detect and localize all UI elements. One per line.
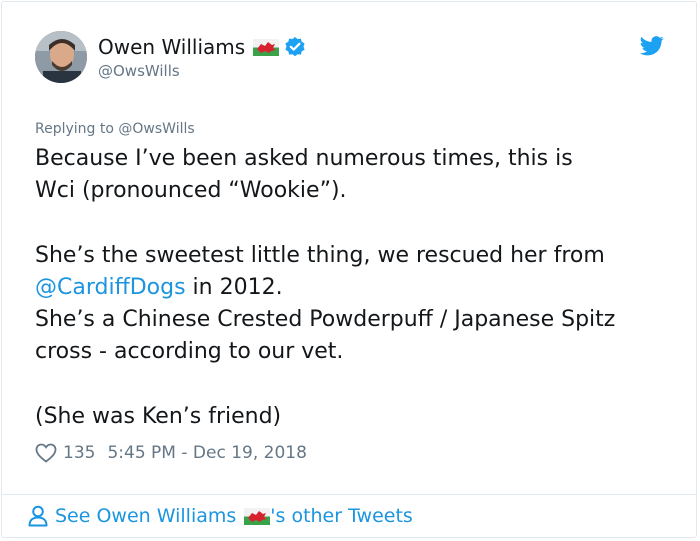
author-row: Owen Williams <box>98 34 306 60</box>
mention-link[interactable]: @CardiffDogs <box>35 275 186 300</box>
heart-icon[interactable] <box>35 443 57 463</box>
avatar[interactable] <box>35 31 87 83</box>
person-icon <box>28 505 48 527</box>
divider <box>2 494 696 495</box>
tweet-meta: 135 5:45 PM - Dec 19, 2018 <box>35 443 307 463</box>
like-count[interactable]: 135 <box>63 443 95 463</box>
footer-suffix: 's other Tweets <box>270 505 413 527</box>
twitter-bird-icon[interactable] <box>640 36 664 56</box>
replying-to: Replying to @OwsWills <box>35 121 195 137</box>
reply-target-link[interactable]: @OwsWills <box>118 121 194 137</box>
verified-badge-icon <box>284 36 306 58</box>
tweet-line: She’s a Chinese Crested Powderpuff / Jap… <box>35 307 616 332</box>
tweet-line: (She was Ken’s friend) <box>35 404 282 429</box>
author-name[interactable]: Owen Williams <box>98 35 245 59</box>
tweet-card: Owen Williams @OwsWills Replying to @Ows… <box>1 1 697 538</box>
author-handle[interactable]: @OwsWills <box>98 62 180 80</box>
tweet-line-mention: @CardiffDogs in 2012. <box>35 272 675 304</box>
tweet-line: She’s the sweetest little thing, we resc… <box>35 243 605 268</box>
wales-flag-icon <box>253 38 280 56</box>
see-other-tweets-link[interactable]: See Owen Williams 's other Tweets <box>28 505 413 527</box>
tweet-text: Because I’ve been asked numerous times, … <box>35 143 675 433</box>
reply-prefix: Replying to <box>35 121 114 137</box>
timestamp[interactable]: 5:45 PM - Dec 19, 2018 <box>107 443 306 463</box>
footer-prefix: See Owen Williams <box>55 505 237 527</box>
tweet-line-suffix: in 2012. <box>185 275 283 300</box>
tweet-line: cross - according to our vet. <box>35 339 344 364</box>
tweet-line: Wci (pronounced “Wookie”). <box>35 178 347 203</box>
wales-flag-icon <box>244 507 271 525</box>
tweet-line: Because I’ve been asked numerous times, … <box>35 146 573 171</box>
